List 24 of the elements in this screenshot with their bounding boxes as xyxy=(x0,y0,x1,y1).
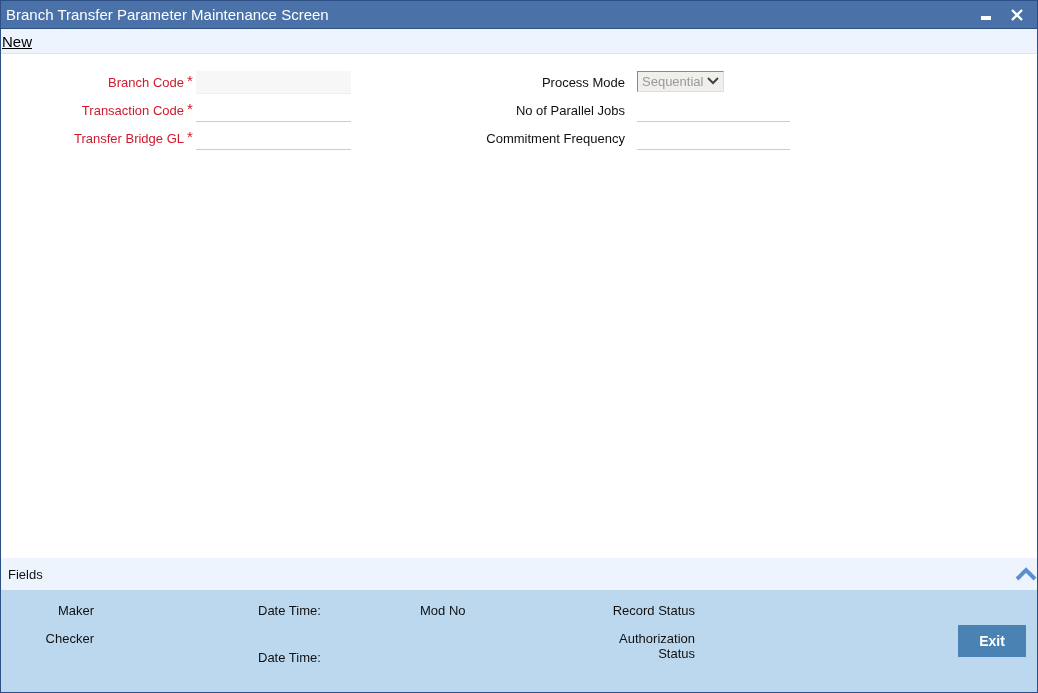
record-status-label: Record Status xyxy=(612,603,695,618)
field-label: Transfer Bridge GL xyxy=(72,131,184,148)
required-mark: * xyxy=(186,72,194,91)
field-label: Transaction Code xyxy=(80,103,184,120)
field-label: No of Parallel Jobs xyxy=(514,103,625,120)
chevron-up-icon[interactable] xyxy=(1015,567,1037,581)
mod-no-label: Mod No xyxy=(419,603,467,618)
minimize-icon[interactable] xyxy=(981,15,991,20)
field-label: Commitment Frequency xyxy=(485,131,625,148)
exit-button[interactable]: Exit xyxy=(958,625,1026,657)
authorization-status-label: Authorization Status xyxy=(618,631,695,663)
required-mark: * xyxy=(186,128,194,147)
date-time-label: Date Time: xyxy=(258,650,322,665)
window-title: Branch Transfer Parameter Maintenance Screen xyxy=(6,6,329,23)
checker-label: Checker xyxy=(44,631,94,648)
field-label: Branch Code xyxy=(107,75,184,92)
date-time-label: Date Time: xyxy=(258,603,322,618)
maker-label: Maker xyxy=(56,603,94,618)
chevron-down-icon xyxy=(707,77,719,85)
required-mark: * xyxy=(186,100,194,119)
fields-label[interactable]: Fields xyxy=(8,566,43,582)
field-label: Process Mode xyxy=(540,74,625,90)
close-icon[interactable] xyxy=(1011,8,1023,21)
new-link[interactable]: New xyxy=(1,32,32,50)
